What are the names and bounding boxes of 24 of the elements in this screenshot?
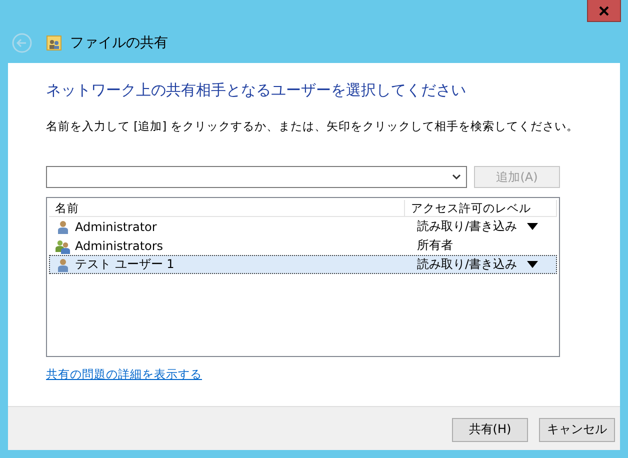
user-name: テスト ユーザー 1 (75, 256, 174, 273)
dropdown-arrow-icon[interactable] (527, 223, 538, 230)
permission-level: 読み取り/書き込み (417, 256, 518, 273)
instruction-text: 名前を入力して [追加] をクリックするか、または、矢印をクリックして相手を検索してください。 (46, 119, 580, 134)
dropdown-arrow-icon[interactable] (527, 261, 538, 268)
permission-level: 読み取り/書き込み (417, 218, 518, 235)
name-combo-box[interactable] (46, 166, 467, 188)
window-title: ファイルの共有 (70, 34, 168, 52)
close-icon (599, 6, 609, 16)
user-name: Administrators (75, 238, 164, 252)
user-row[interactable]: Administrator 読み取り/書き込み (49, 217, 557, 236)
chevron-down-icon (452, 174, 461, 180)
user-row[interactable]: Administrators 所有者 (49, 236, 557, 255)
people-icon (46, 34, 62, 50)
share-button[interactable]: 共有(H) (452, 418, 528, 442)
close-button[interactable] (587, 0, 621, 22)
permission-level: 所有者 (417, 237, 453, 254)
column-header[interactable]: アクセス許可のレベル (405, 200, 557, 217)
dialog-heading: ネットワーク上の共有相手となるユーザーを選択してください (46, 81, 467, 100)
column-header[interactable]: 名前 (49, 200, 405, 217)
user-name: Administrator (75, 220, 157, 234)
sharing-problems-link[interactable]: 共有の問題の詳細を表示する (46, 367, 202, 382)
user-row[interactable]: テスト ユーザー 1 読み取り/書き込み (49, 255, 557, 274)
cancel-button[interactable]: キャンセル (539, 418, 615, 442)
